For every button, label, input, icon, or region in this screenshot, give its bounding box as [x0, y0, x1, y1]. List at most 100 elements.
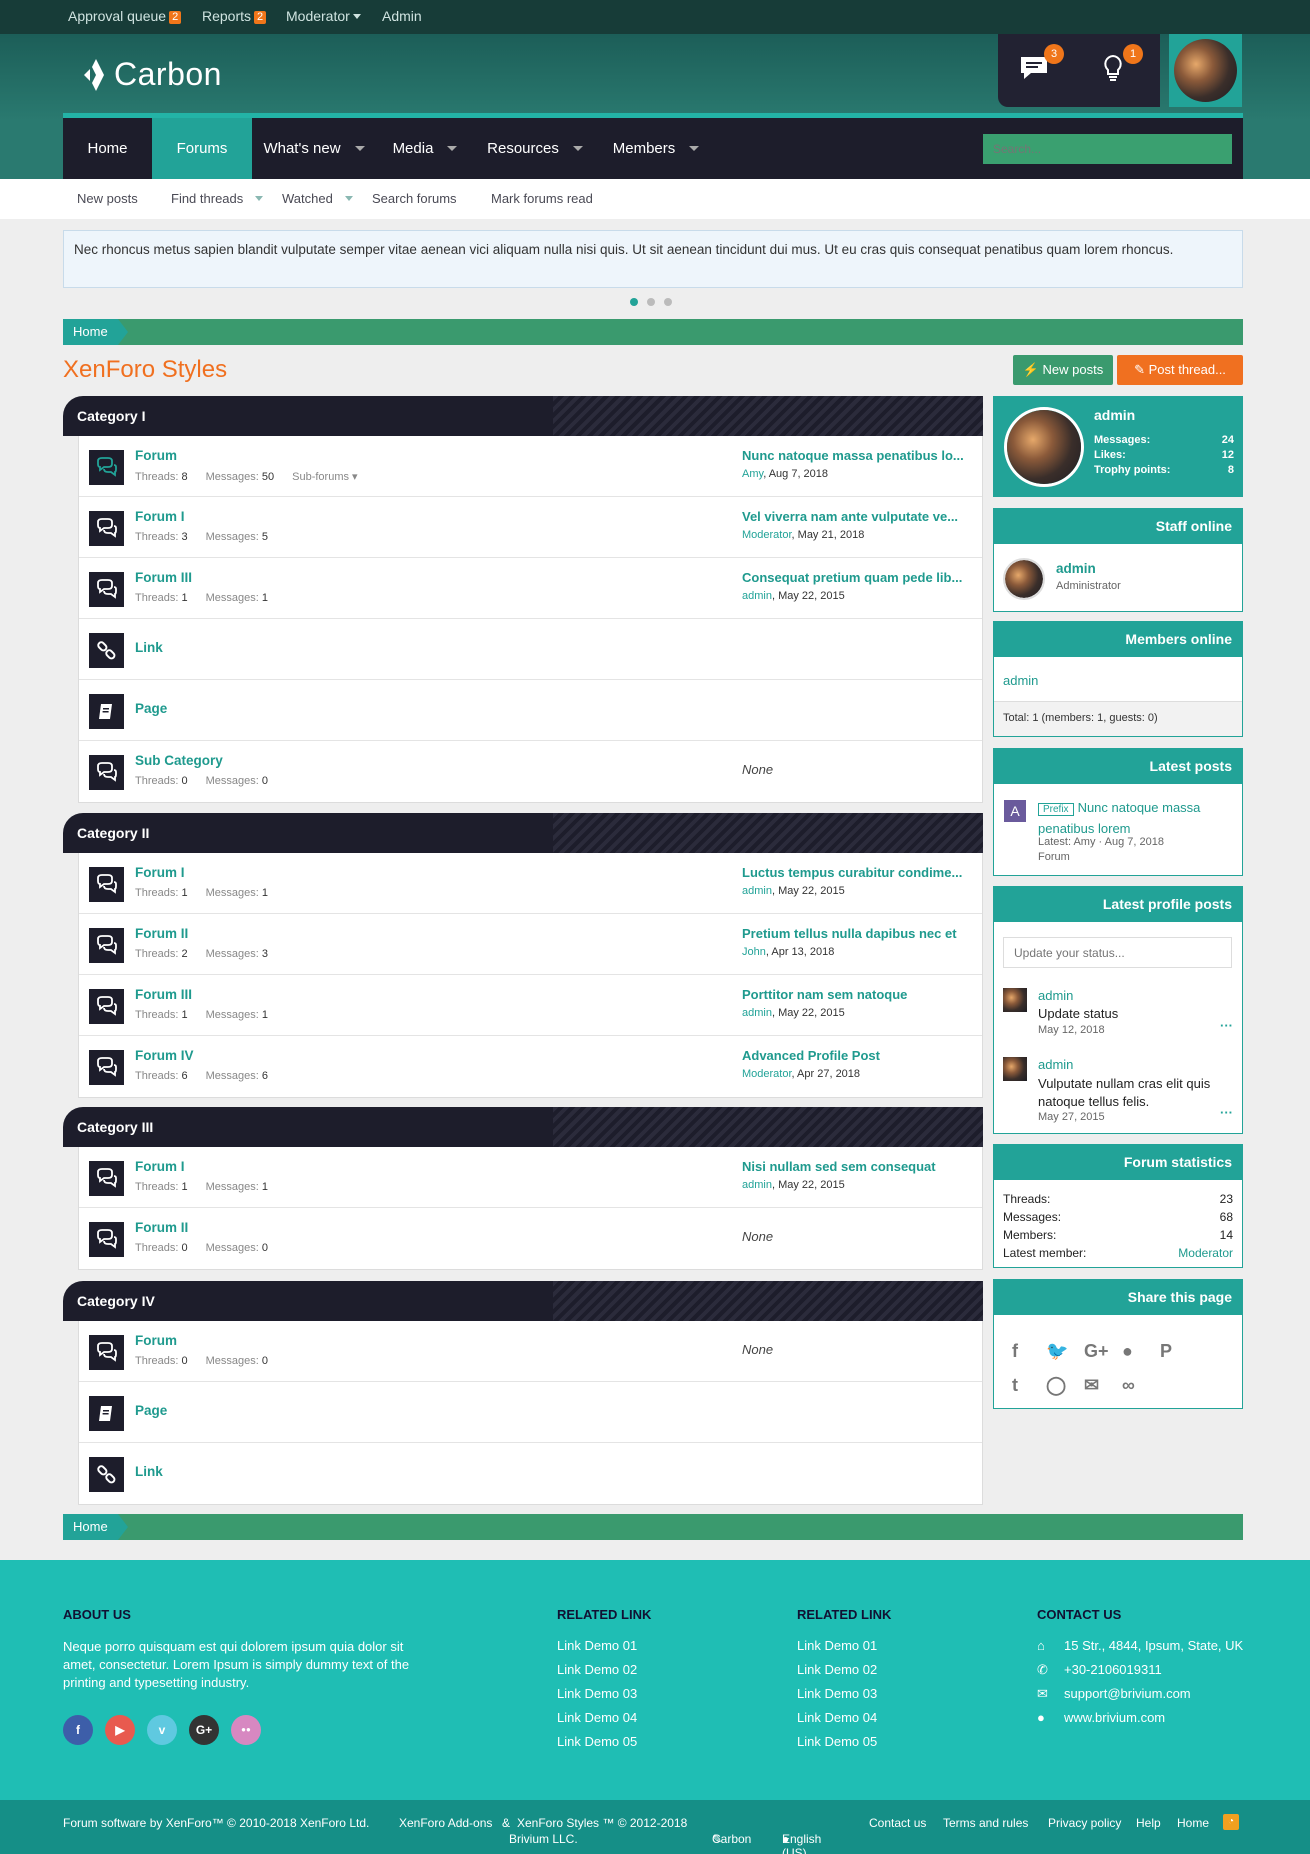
footer-link[interactable]: Link Demo 03 [797, 1686, 877, 1701]
new-posts-button[interactable]: ⚡ New posts [1013, 355, 1113, 385]
contact-website[interactable]: ● www.brivium.com [1037, 1710, 1165, 1725]
latest-member-link[interactable]: Moderator [1178, 1244, 1233, 1262]
email-icon[interactable]: ✉ [1084, 1368, 1122, 1402]
last-post-user[interactable]: Moderator [742, 1068, 792, 1080]
tab-home[interactable]: Home [63, 118, 152, 179]
tab-media[interactable]: Media [376, 118, 474, 179]
forum-chat-icon[interactable] [89, 989, 124, 1024]
subnav-new-posts[interactable]: New posts [77, 179, 138, 219]
addons-link[interactable]: XenForo Add-ons [399, 1816, 492, 1830]
last-post-user[interactable]: admin [742, 885, 772, 897]
brivium-link[interactable]: Brivium LLC. [509, 1832, 578, 1846]
forum-chat-icon[interactable] [89, 1222, 124, 1257]
terms-link[interactable]: Terms and rules [943, 1816, 1028, 1830]
forum-title[interactable]: Forum II [135, 926, 188, 941]
category-header[interactable]: Category III [63, 1107, 983, 1147]
footer-link[interactable]: Link Demo 01 [797, 1638, 877, 1653]
forum-title[interactable]: Forum [135, 1333, 177, 1348]
privacy-link[interactable]: Privacy policy [1048, 1816, 1121, 1830]
forum-title[interactable]: Link [135, 640, 163, 655]
tab-whats-new[interactable]: What's new [252, 118, 376, 179]
last-post-user[interactable]: Amy [742, 468, 763, 480]
conversations-button[interactable]: 3 [1018, 44, 1064, 88]
facebook-icon[interactable]: f [1012, 1334, 1046, 1368]
profile-post-author[interactable]: admin [1038, 988, 1073, 1003]
help-link[interactable]: Help [1136, 1816, 1161, 1830]
forum-chat-icon[interactable] [89, 928, 124, 963]
forum-title[interactable]: Page [135, 1403, 167, 1418]
footer-link[interactable]: Link Demo 02 [557, 1662, 637, 1677]
staff-avatar[interactable] [1003, 558, 1045, 600]
footer-link[interactable]: Link Demo 03 [557, 1686, 637, 1701]
staff-name[interactable]: admin [1056, 561, 1096, 576]
google-plus-icon[interactable]: G+ [189, 1715, 219, 1745]
forum-title[interactable]: Forum III [135, 570, 192, 585]
pager-dot[interactable] [630, 298, 638, 306]
pager-dot[interactable] [647, 298, 655, 306]
chevron-down-icon[interactable] [689, 146, 700, 151]
last-post-title[interactable]: Luctus tempus curabitur condime... [742, 865, 972, 880]
footer-link[interactable]: Link Demo 02 [797, 1662, 877, 1677]
last-post-user[interactable]: admin [742, 1007, 772, 1019]
avatar[interactable]: A [1004, 800, 1026, 822]
profile-name[interactable]: admin [1094, 407, 1135, 423]
breadcrumb-home[interactable]: Home [63, 1514, 128, 1540]
forum-title[interactable]: Forum I [135, 1159, 185, 1174]
forum-chat-icon[interactable] [89, 867, 124, 902]
google-plus-icon[interactable]: G+ [1084, 1334, 1122, 1368]
admin-link[interactable]: Admin [382, 0, 422, 34]
latest-post-forum[interactable]: Forum [1038, 851, 1070, 863]
status-input[interactable] [1003, 937, 1232, 968]
contact-email[interactable]: ✉ support@brivium.com [1037, 1686, 1191, 1702]
link-icon[interactable]: ∞ [1122, 1368, 1160, 1402]
more-icon[interactable]: ··· [1220, 1105, 1233, 1120]
more-icon[interactable]: ··· [1220, 1018, 1233, 1033]
avatar[interactable] [1003, 988, 1027, 1012]
tab-forums[interactable]: Forums [152, 118, 252, 179]
pager-dot[interactable] [664, 298, 672, 306]
category-header[interactable]: Category IV [63, 1281, 983, 1321]
forum-chat-icon[interactable] [89, 572, 124, 607]
subnav-find-threads[interactable]: Find threads [171, 179, 264, 219]
chevron-down-icon[interactable] [255, 196, 264, 201]
breadcrumb-home[interactable]: Home [63, 319, 128, 345]
chevron-down-icon[interactable] [354, 146, 365, 151]
account-avatar-button[interactable] [1169, 34, 1242, 107]
profile-post-author[interactable]: admin [1038, 1057, 1073, 1072]
alerts-button[interactable]: 1 [1097, 44, 1143, 88]
last-post-user[interactable]: admin [742, 590, 772, 602]
subforums-toggle[interactable]: Sub-forums ▾ [292, 471, 357, 483]
last-post-title[interactable]: Porttitor nam sem natoque [742, 987, 972, 1002]
tab-resources[interactable]: Resources [474, 118, 596, 179]
contact-us-link[interactable]: Contact us [869, 1816, 926, 1830]
xenforo-copyright[interactable]: Forum software by XenForo™ © 2010-2018 X… [63, 1816, 369, 1830]
last-post-title[interactable]: Advanced Profile Post [742, 1048, 972, 1063]
site-logo[interactable]: Carbon [82, 52, 222, 96]
reddit-icon[interactable]: ● [1122, 1334, 1160, 1368]
forum-title[interactable]: Link [135, 1464, 163, 1479]
footer-link[interactable]: Link Demo 01 [557, 1638, 637, 1653]
chevron-down-icon[interactable] [344, 196, 353, 201]
vimeo-icon[interactable]: v [147, 1715, 177, 1745]
last-post-title[interactable]: Vel viverra nam ante vulputate ve... [742, 509, 972, 524]
facebook-icon[interactable]: f [63, 1715, 93, 1745]
forum-title[interactable]: Forum III [135, 987, 192, 1002]
forum-title[interactable]: Forum IV [135, 1048, 194, 1063]
approval-queue-link[interactable]: Approval queue 2 [68, 0, 182, 34]
post-thread-button[interactable]: ✎ Post thread... [1117, 355, 1243, 385]
subnav-watched[interactable]: Watched [282, 179, 353, 219]
footer-link[interactable]: Link Demo 04 [797, 1710, 877, 1725]
forum-chat-icon[interactable] [89, 1161, 124, 1196]
page-icon[interactable] [89, 1396, 124, 1431]
last-post-title[interactable]: Pretium tellus nulla dapibus nec et [742, 926, 972, 941]
reports-link[interactable]: Reports 2 [202, 0, 267, 34]
last-post-title[interactable]: Consequat pretium quam pede lib... [742, 570, 972, 585]
footer-link[interactable]: Link Demo 05 [557, 1734, 637, 1749]
profile-avatar[interactable] [1004, 407, 1084, 487]
forum-title[interactable]: Sub Category [135, 753, 223, 768]
forum-chat-icon[interactable] [89, 450, 124, 485]
forum-title[interactable]: Forum I [135, 865, 185, 880]
forum-title[interactable]: Forum [135, 448, 177, 463]
chevron-down-icon[interactable] [447, 146, 458, 151]
latest-post-link[interactable]: Prefix Nunc natoque massa penatibus lorem [1038, 798, 1234, 838]
